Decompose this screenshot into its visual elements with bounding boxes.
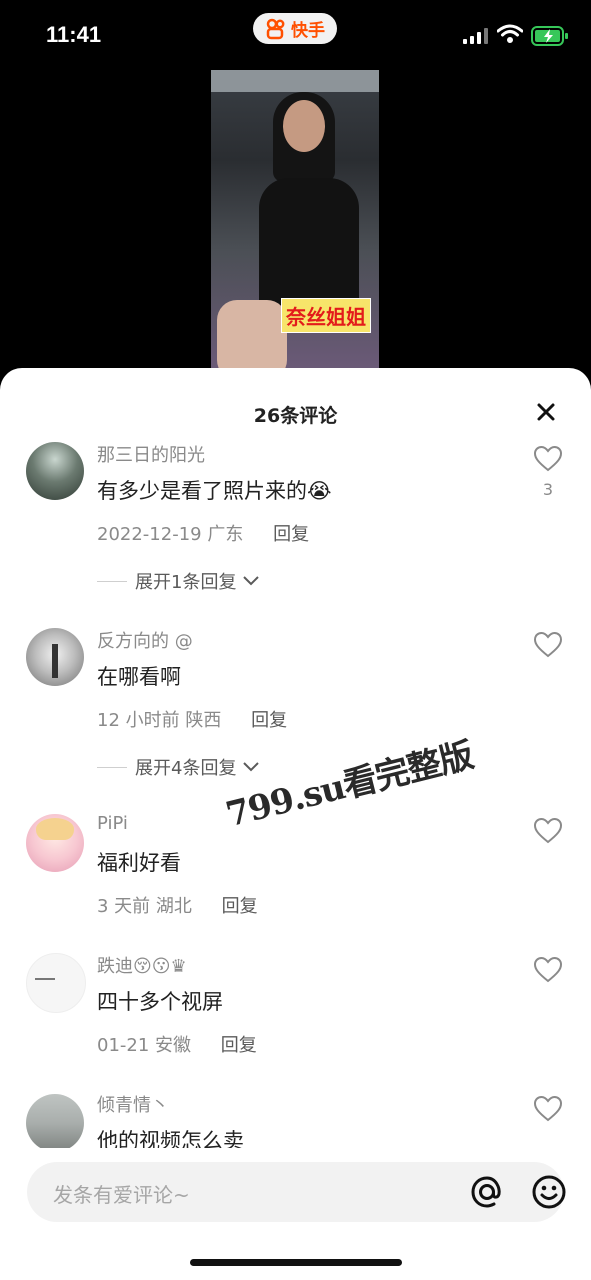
status-bar: 11:41 快手 [0, 0, 591, 70]
comment-item: 倾青情丶 他的视频怎么卖 [0, 1090, 591, 1153]
comment-location: 安徽 [155, 1035, 192, 1056]
comment-item: PiPi 福利好看 3 天前 湖北 回复 [0, 812, 591, 932]
avatar-mark [35, 978, 55, 980]
heart-icon[interactable] [534, 1096, 562, 1122]
comment-username[interactable]: 倾青情丶 [97, 1091, 169, 1117]
reply-button[interactable]: 回复 [273, 524, 309, 545]
comment-text[interactable]: 在哪看啊 [97, 661, 181, 691]
comment-item: 跌迪😚😗♛ 四十多个视屏 01-21 安徽 回复 [0, 951, 591, 1071]
comment-username[interactable]: 那三日的阳光 [97, 441, 205, 467]
comment-username[interactable]: 反方向的 @ [97, 627, 193, 653]
heart-icon[interactable] [534, 446, 562, 472]
avatar-figure [52, 644, 58, 678]
reply-button[interactable]: 回复 [251, 710, 287, 731]
comments-sheet: 26条评论 那三日的阳光 有多少是看了照片来的😭 2022-12-19 广东 回… [0, 368, 591, 1280]
app-name: 快手 [291, 21, 325, 41]
expand-replies-label: 展开1条回复 [135, 572, 237, 593]
chevron-down-icon [243, 576, 260, 586]
comment-meta: 01-21 安徽 回复 [97, 1031, 257, 1057]
comment-date: 12 小时前 [97, 710, 180, 731]
expand-replies-button[interactable]: 展开4条回复 [97, 754, 260, 780]
comment-text[interactable]: 福利好看 [97, 847, 181, 877]
comments-count-title: 26条评论 [253, 405, 338, 427]
emoji-icon[interactable] [531, 1174, 567, 1210]
reply-button[interactable]: 回复 [221, 1035, 257, 1056]
wifi-icon [497, 24, 523, 43]
comment-location: 陕西 [185, 710, 222, 731]
video-figure-leg [217, 300, 287, 370]
comment-meta: 3 天前 湖北 回复 [97, 892, 258, 918]
like-count: 3 [542, 480, 554, 499]
comment-input-placeholder: 发条有爱评论~ [53, 1183, 190, 1207]
comment-location: 广东 [207, 524, 244, 545]
expand-replies-button[interactable]: 展开1条回复 [97, 568, 260, 594]
comment-item: 反方向的 @ 在哪看啊 12 小时前 陕西 回复 展开4条回复 [0, 626, 591, 786]
comment-date: 2022-12-19 [97, 524, 202, 545]
video-preview[interactable]: 奈丝姐姐 [211, 70, 379, 370]
at-icon[interactable] [469, 1174, 505, 1210]
avatar-hair [36, 818, 74, 840]
avatar[interactable] [26, 628, 84, 686]
status-time: 11:41 [46, 22, 102, 47]
home-indicator[interactable] [190, 1259, 402, 1266]
comment-text[interactable]: 有多少是看了照片来的😭 [97, 475, 332, 505]
video-background-band [211, 70, 379, 92]
comment-meta: 2022-12-19 广东 回复 [97, 520, 309, 546]
comment-location: 湖北 [155, 896, 192, 917]
avatar[interactable] [26, 814, 84, 872]
comment-username[interactable]: PiPi [97, 813, 128, 834]
app-indicator-pill[interactable]: 快手 [253, 13, 337, 44]
comment-date: 3 天前 [97, 896, 151, 917]
chevron-down-icon [243, 762, 260, 772]
reply-button[interactable]: 回复 [222, 896, 258, 917]
divider [97, 580, 127, 582]
comment-meta: 12 小时前 陕西 回复 [97, 706, 287, 732]
heart-icon[interactable] [534, 957, 562, 983]
avatar[interactable] [26, 442, 84, 500]
close-icon[interactable] [534, 400, 558, 424]
comment-input[interactable]: 发条有爱评论~ [27, 1162, 567, 1222]
divider [97, 766, 127, 768]
heart-icon[interactable] [534, 818, 562, 844]
cellular-signal-icon [463, 28, 488, 44]
video-figure-head [283, 100, 325, 152]
battery-icon [531, 26, 568, 46]
comment-date: 01-21 [97, 1035, 150, 1056]
expand-replies-label: 展开4条回复 [135, 758, 237, 779]
comment-username[interactable]: 跌迪😚😗♛ [97, 952, 187, 978]
avatar[interactable] [26, 953, 86, 1013]
avatar[interactable] [26, 1094, 84, 1152]
heart-icon[interactable] [534, 632, 562, 658]
comment-item: 那三日的阳光 有多少是看了照片来的😭 2022-12-19 广东 回复 3 展开… [0, 440, 591, 600]
kuaishou-logo-icon [266, 18, 285, 39]
video-caption: 奈丝姐姐 [281, 298, 371, 333]
comment-text[interactable]: 四十多个视屏 [97, 986, 223, 1016]
